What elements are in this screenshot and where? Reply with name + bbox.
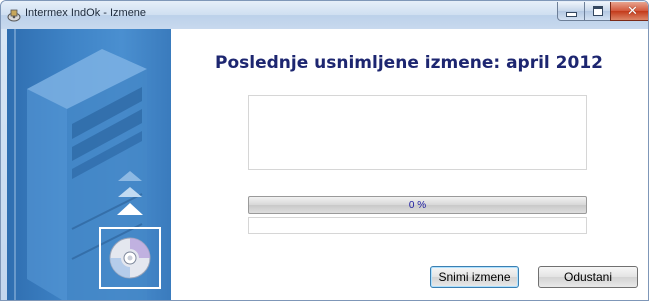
disc-icon <box>109 237 151 279</box>
app-window: Intermex IndOk - Izmene ✕ Poslednje usni… <box>0 0 649 301</box>
progress-bar: 0 % <box>248 196 587 214</box>
close-button[interactable]: ✕ <box>610 2 648 21</box>
title-bar[interactable]: Intermex IndOk - Izmene ✕ <box>1 1 648 29</box>
maximize-button[interactable] <box>584 2 611 21</box>
side-banner <box>7 29 171 300</box>
minimize-button[interactable] <box>557 2 585 21</box>
save-changes-button[interactable]: Snimi izmene <box>430 266 519 288</box>
cancel-button[interactable]: Odustani <box>538 266 638 288</box>
disc-frame <box>99 227 161 289</box>
upload-arrows-icon <box>117 171 143 215</box>
window-title: Intermex IndOk - Izmene <box>25 7 147 19</box>
progress-label: 0 % <box>408 199 427 211</box>
dialog-client-area: Poslednje usnimljene izmene: april 2012 … <box>7 29 648 300</box>
maximize-icon <box>592 6 603 16</box>
installer-icon <box>7 9 21 22</box>
minimize-icon <box>565 11 577 17</box>
status-line <box>248 217 587 234</box>
info-panel <box>248 95 587 170</box>
close-icon: ✕ <box>627 3 638 19</box>
page-title: Poslednje usnimljene izmene: april 2012 <box>215 53 603 73</box>
